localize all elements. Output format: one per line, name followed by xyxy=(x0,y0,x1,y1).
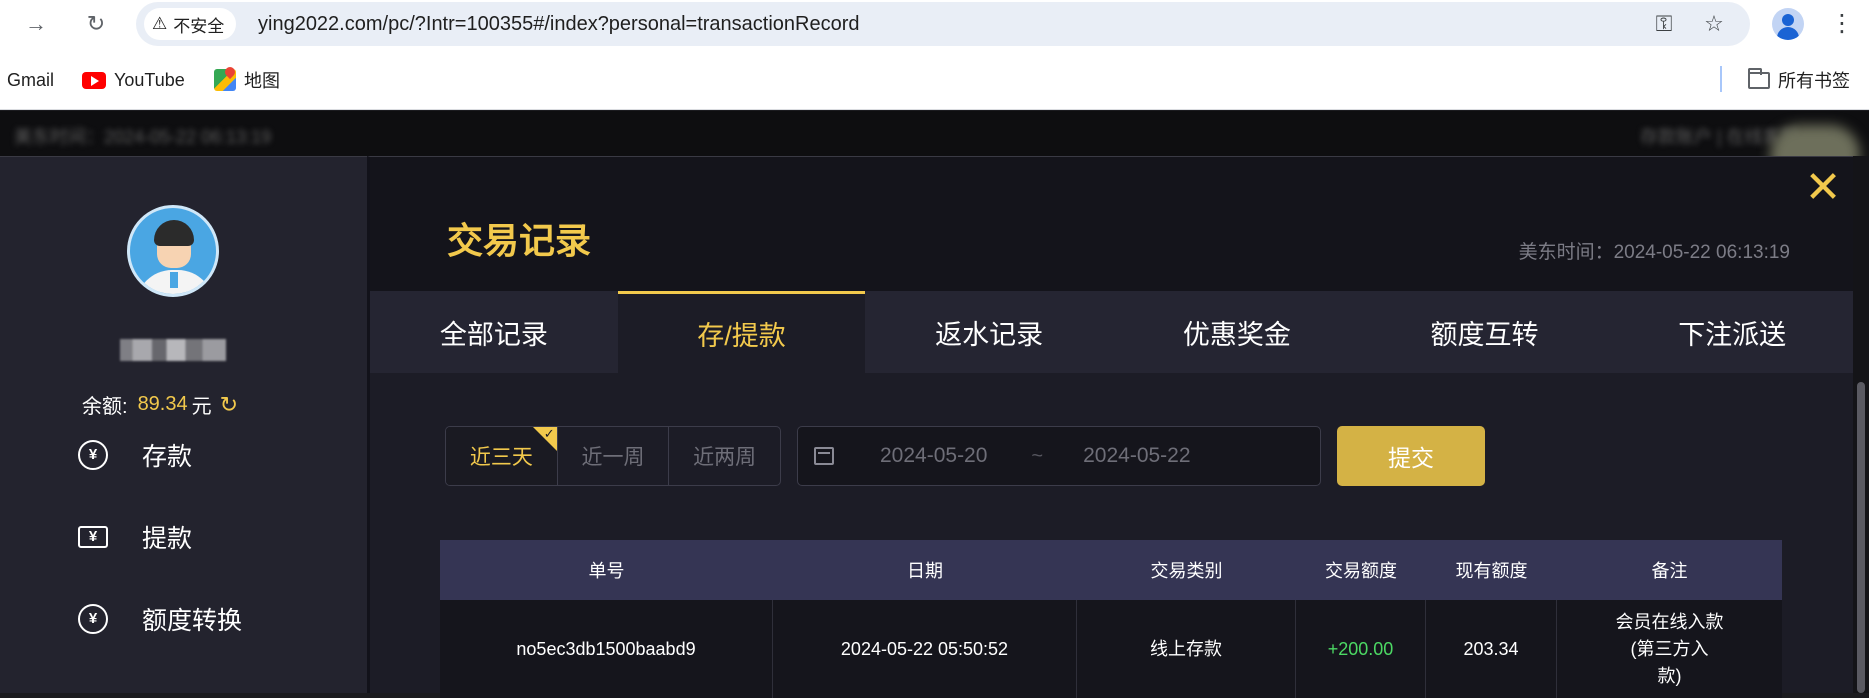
balance-unit: 元 xyxy=(191,396,212,418)
close-icon[interactable]: ✕ xyxy=(1800,165,1846,211)
key-icon[interactable]: ⚿ xyxy=(1650,10,1678,38)
calendar-icon xyxy=(814,447,834,465)
panel-header: 交易记录 美东时间：2024-05-22 06:13:19 xyxy=(370,157,1856,291)
page-title: 交易记录 xyxy=(447,220,592,261)
warning-icon: ⚠ xyxy=(152,14,168,33)
column-header: 交易额度 xyxy=(1325,561,1397,581)
security-label: 不安全 xyxy=(173,16,225,36)
background-page: 美东时间：2024-05-22 06:13:19 存款账户 | 在线客服 xyxy=(0,111,1869,156)
yuan-circle-icon: ¥ xyxy=(78,440,108,470)
username-redacted xyxy=(120,339,226,361)
column-header: 单号 xyxy=(588,561,625,581)
date-cell: 2024-05-22 05:50:52 xyxy=(773,600,1077,698)
star-icon[interactable]: ☆ xyxy=(1700,10,1728,38)
type-cell: 线上存款 xyxy=(1077,600,1296,698)
table-row: no5ec3db1500baabd9 2024-05-22 05:50:52 线… xyxy=(440,600,1782,698)
column-header: 备注 xyxy=(1651,561,1688,581)
forward-icon[interactable]: → xyxy=(22,10,50,38)
profile-icon[interactable] xyxy=(1772,8,1804,40)
transaction-table: 单号 日期 交易类别 交易额度 现有额度 备注 no5ec3db1500baab… xyxy=(440,540,1782,698)
range-3-days-button[interactable]: 近三天 ✓ xyxy=(446,427,557,485)
reload-icon[interactable]: ↻ xyxy=(82,10,110,38)
security-chip[interactable]: ⚠ 不安全 xyxy=(144,8,237,40)
bookmark-youtube[interactable]: YouTube xyxy=(82,68,185,92)
end-date-field[interactable]: 2024-05-22 xyxy=(1083,444,1190,468)
background-blob xyxy=(1770,125,1860,156)
range-label: 近一周 xyxy=(581,446,645,469)
bookmark-label: Gmail xyxy=(7,69,55,90)
avatar[interactable] xyxy=(127,205,219,297)
bookmark-maps[interactable]: 地图 xyxy=(214,68,280,92)
range-label: 近两周 xyxy=(693,446,757,469)
url-text[interactable]: ying2022.com/pc/?Intr=100355#/index?pers… xyxy=(258,13,860,36)
scrollbar-thumb[interactable] xyxy=(1857,382,1865,693)
account-sidebar: 余额: 89.34 元 ↻ ¥ 存款 ¥ 提款 ¥ 额度转换 xyxy=(0,156,367,693)
check-icon: ✓ xyxy=(543,426,555,441)
sidebar-item-deposit[interactable]: ¥ 存款 xyxy=(78,435,192,475)
range-label: 近三天 xyxy=(469,446,533,469)
remark-text: 会员在线入款 (第三方入 款) xyxy=(1615,611,1724,686)
youtube-icon xyxy=(82,71,106,89)
column-header: 交易类别 xyxy=(1150,561,1223,581)
table-header: 单号 日期 交易类别 交易额度 现有额度 备注 xyxy=(440,540,1782,600)
column-header: 日期 xyxy=(907,561,943,581)
tab-transfer[interactable]: 额度互转 xyxy=(1361,291,1609,373)
sidebar-item-label: 提款 xyxy=(142,525,193,553)
submit-button[interactable]: 提交 xyxy=(1337,426,1485,486)
balance-value: 89.34 xyxy=(137,393,188,415)
sidebar-item-label: 额度转换 xyxy=(142,607,243,635)
yuan-transfer-icon: ¥ xyxy=(78,604,108,634)
transaction-panel: 交易记录 美东时间：2024-05-22 06:13:19 全部记录 存/提款 … xyxy=(367,156,1856,698)
date-range-buttons: 近三天 ✓ 近一周 近两周 xyxy=(445,426,781,486)
tab-rebate-records[interactable]: 返水记录 xyxy=(865,291,1113,373)
bookmark-label: YouTube xyxy=(114,69,185,90)
amount-cell: +200.00 xyxy=(1296,600,1426,698)
tab-deposit-withdraw[interactable]: 存/提款 xyxy=(617,291,866,373)
tab-all-records[interactable]: 全部记录 xyxy=(370,291,618,373)
column-header: 现有额度 xyxy=(1455,561,1528,581)
folder-icon xyxy=(1748,67,1770,89)
maps-icon xyxy=(214,69,236,91)
tab-bonus[interactable]: 优惠奖金 xyxy=(1113,291,1361,373)
all-bookmarks-label: 所有书签 xyxy=(1778,71,1850,91)
ticket-icon: ¥ xyxy=(78,526,108,548)
background-time-text: 美东时间：2024-05-22 06:13:19 xyxy=(14,127,272,147)
date-separator: ~ xyxy=(1031,444,1044,467)
menu-icon[interactable]: ⋮ xyxy=(1830,10,1854,38)
tab-bet-delivery[interactable]: 下注派送 xyxy=(1608,291,1856,373)
all-bookmarks[interactable]: 所有书签 xyxy=(1748,67,1850,92)
bookmark-label: 地图 xyxy=(244,71,280,91)
record-tabs: 全部记录 存/提款 返水记录 优惠奖金 额度互转 下注派送 xyxy=(370,291,1856,373)
refresh-icon[interactable]: ↻ xyxy=(220,392,238,418)
bookmarks-divider xyxy=(1720,66,1722,92)
balance-cell: 203.34 xyxy=(1426,600,1557,698)
scrollbar[interactable] xyxy=(1853,156,1869,693)
range-2-weeks-button[interactable]: 近两周 xyxy=(668,427,780,485)
browser-toolbar: → ↻ ⚠ 不安全 ying2022.com/pc/?Intr=100355#/… xyxy=(0,0,1869,48)
bookmarks-bar: Gmail YouTube 地图 所有书签 xyxy=(0,48,1869,110)
balance-row: 余额: 89.34 元 ↻ xyxy=(82,390,238,419)
sidebar-item-label: 存款 xyxy=(142,443,193,471)
bookmark-gmail[interactable]: Gmail xyxy=(7,68,54,92)
range-1-week-button[interactable]: 近一周 xyxy=(556,427,669,485)
eastern-time: 美东时间：2024-05-22 06:13:19 xyxy=(1518,242,1790,263)
balance-label: 余额: xyxy=(82,396,128,418)
remark-cell: 会员在线入款 (第三方入 款) xyxy=(1557,600,1782,698)
start-date-field[interactable]: 2024-05-20 xyxy=(880,444,987,468)
sidebar-item-transfer[interactable]: ¥ 额度转换 xyxy=(78,599,242,639)
sidebar-item-withdraw[interactable]: ¥ 提款 xyxy=(78,517,192,557)
address-bar[interactable]: ⚠ 不安全 ying2022.com/pc/?Intr=100355#/inde… xyxy=(136,2,1750,46)
date-range-picker[interactable]: 2024-05-20 ~ 2024-05-22 xyxy=(797,426,1321,486)
order-number-cell: no5ec3db1500baabd9 xyxy=(440,600,773,698)
